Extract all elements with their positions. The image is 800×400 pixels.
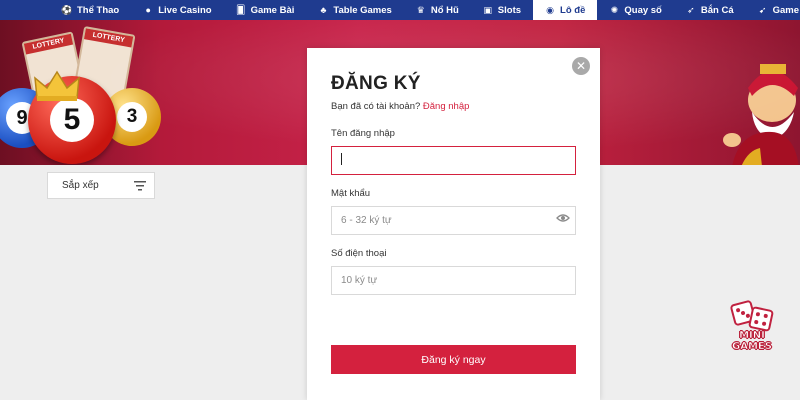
lottery-ticket-label: LOTTERY [23, 33, 74, 55]
nav-label: Table Games [333, 4, 392, 16]
register-modal: ✕ ĐĂNG KÝ Bạn đã có tài khoản? Đăng nhập… [307, 48, 600, 400]
cards-icon: 🂠 [235, 4, 246, 15]
lottery-ball-3: 3 [103, 88, 161, 146]
lottery-ball-5: 5 [28, 76, 116, 164]
live-casino-icon: ● [145, 4, 151, 15]
nav-item-no-hu[interactable]: ♛ Nổ Hũ [404, 0, 471, 20]
nav-item-the-thao[interactable]: ⚽ Thể Thao [50, 0, 131, 20]
nav-label: Nổ Hũ [430, 4, 459, 16]
nav-item-table-games[interactable]: ♣ Table Games [306, 0, 403, 20]
nav-item-lo-de[interactable]: ◉ Lô đề [533, 0, 598, 20]
nav-item-live-casino[interactable]: ● Live Casino [131, 0, 223, 20]
lottery-ball-9: 9 [0, 88, 52, 148]
nav-item-slots[interactable]: ▣ Slots [471, 0, 533, 20]
crown-icon [34, 70, 80, 101]
lottery-ball-icon: ◉ [546, 4, 554, 15]
ball-number: 3 [117, 102, 147, 132]
minigames-line1: MINI [739, 330, 765, 342]
register-submit-button[interactable]: Đăng ký ngay [331, 345, 576, 374]
minigames-button[interactable]: MINI GAMES [722, 299, 782, 356]
nav-item-quay-so[interactable]: ✺ Quay số [597, 0, 674, 20]
password-label: Mật khẩu [331, 188, 371, 199]
minigames-label: MINI GAMES [722, 330, 782, 353]
lottery-ticket-image: LOTTERY [21, 31, 87, 109]
top-nav: ⚽ Thể Thao ● Live Casino 🂠 Game Bài ♣ Ta… [0, 0, 800, 20]
nav-label: Thể Thao [77, 4, 120, 16]
sort-label: Sắp xếp [62, 180, 99, 191]
nav-label: Lô đề [560, 4, 586, 16]
minigames-line2: GAMES [732, 341, 772, 353]
sort-dropdown[interactable]: Sắp xếp [47, 172, 155, 199]
nav-label: Bắn Cá [700, 4, 734, 16]
nav-item-game-nh[interactable]: ➹ Game Nh [746, 0, 800, 20]
nav-label: Game Bài [250, 4, 295, 16]
username-input[interactable] [331, 146, 576, 175]
nav-label: Slots [497, 4, 522, 16]
eye-icon[interactable] [556, 213, 570, 223]
nav-label: Quay số [624, 4, 662, 16]
phone-input[interactable] [331, 266, 576, 295]
have-account-label: Bạn đã có tài khoản? [331, 101, 421, 112]
ball-number: 9 [6, 102, 38, 134]
fish-icon: ➶ [687, 4, 695, 15]
filter-lines-icon [134, 180, 146, 190]
nav-label: Live Casino [158, 4, 212, 16]
lottery-ticket-image: LOTTERY [72, 26, 136, 102]
wheel-icon: ✺ [610, 4, 619, 15]
rocket-icon: ➹ [758, 4, 767, 15]
text-caret [341, 153, 342, 165]
modal-title: ĐĂNG KÝ [331, 73, 421, 94]
password-input[interactable] [331, 206, 576, 235]
phone-label: Số điện thoại [331, 248, 387, 259]
nav-label: Game Nh [772, 4, 800, 16]
have-account-text: Bạn đã có tài khoản? Đăng nhập [331, 101, 469, 112]
username-label: Tên đăng nhập [331, 128, 395, 139]
soccer-icon: ⚽ [61, 4, 73, 15]
dice-icon [747, 305, 775, 333]
fortune-god-image [723, 64, 799, 165]
lottery-ticket-label: LOTTERY [84, 28, 134, 48]
close-button[interactable]: ✕ [572, 57, 590, 75]
ball-number: 5 [50, 98, 94, 142]
jackpot-icon: ♛ [416, 4, 425, 15]
table-games-icon: ♣ [320, 4, 327, 15]
login-link[interactable]: Đăng nhập [423, 101, 469, 112]
close-icon: ✕ [575, 59, 587, 73]
nav-item-game-bai[interactable]: 🂠 Game Bài [224, 0, 307, 20]
nav-item-ban-ca[interactable]: ➶ Bắn Cá [674, 0, 746, 20]
slots-icon: ▣ [483, 4, 493, 15]
